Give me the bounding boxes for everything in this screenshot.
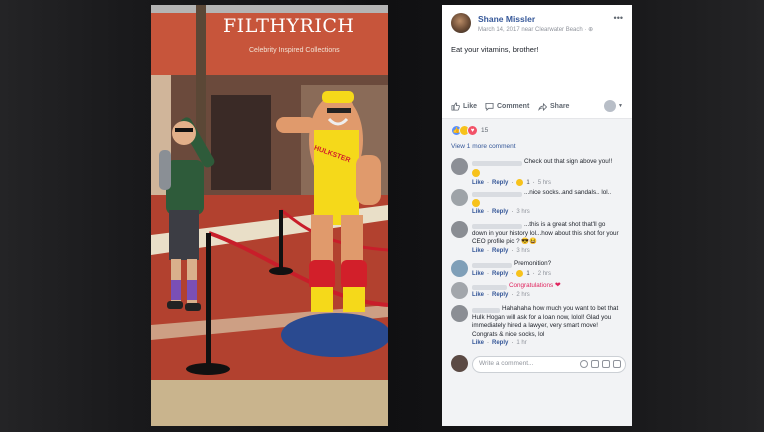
commenter-avatar[interactable] bbox=[451, 221, 468, 238]
congratulations-text: Congratulations bbox=[509, 282, 554, 289]
profile-selector-avatar bbox=[604, 100, 617, 112]
photo-illustration bbox=[151, 5, 388, 426]
share-label: Share bbox=[550, 103, 570, 110]
commenter-avatar[interactable] bbox=[451, 305, 468, 322]
author-name[interactable]: Shane Missler bbox=[478, 14, 535, 24]
post-caption: Eat your vitamins, brother! bbox=[451, 45, 539, 54]
view-more-comments-link[interactable]: View 1 more comment bbox=[451, 143, 516, 150]
post-meta-text[interactable]: March 14, 2017 near Clearwater Beach · bbox=[478, 27, 588, 33]
comment-reaction-count: 1 bbox=[526, 179, 530, 186]
like-button[interactable]: Like bbox=[451, 102, 477, 111]
caret-down-icon: ▼ bbox=[618, 103, 623, 109]
comment-text: ...nice socks..and sandals.. lol.. bbox=[524, 189, 612, 196]
comment-timestamp[interactable]: 3 hrs bbox=[516, 209, 529, 215]
write-comment-input[interactable]: Write a comment... bbox=[472, 356, 626, 373]
comment-text: Premonition? bbox=[514, 260, 552, 267]
post-photo[interactable]: FILTHYRICH Celebrity Inspired Collection… bbox=[151, 5, 388, 426]
comment-timestamp[interactable]: 2 hrs bbox=[516, 292, 529, 298]
write-comment-placeholder: Write a comment... bbox=[479, 360, 534, 367]
commenter-name-blurred[interactable] bbox=[472, 192, 522, 197]
surprised-emoji-icon bbox=[472, 199, 480, 207]
share-arrow-icon bbox=[538, 102, 547, 111]
love-reaction-icon: ♥ bbox=[467, 125, 478, 136]
comment-like-link[interactable]: Like bbox=[472, 340, 484, 346]
comment-reaction-count: 1 bbox=[526, 270, 530, 277]
thumbs-up-icon bbox=[451, 102, 460, 111]
globe-icon: ⊕ bbox=[588, 27, 594, 33]
share-button[interactable]: Share bbox=[538, 102, 569, 111]
store-tagline-text: Celebrity Inspired Collections bbox=[249, 47, 340, 54]
commenter-avatar[interactable] bbox=[451, 260, 468, 277]
comment-actions: Like · Reply · 1 · 2 hrs bbox=[472, 270, 552, 277]
sticker-icon[interactable] bbox=[613, 360, 621, 368]
comment-text: Check out that sign above you!! bbox=[524, 158, 613, 165]
comments-section: 👍 ♥ 15 View 1 more comment Check out tha… bbox=[442, 119, 632, 426]
comment-timestamp[interactable]: 1 hr bbox=[516, 340, 526, 346]
commenter-name-blurred[interactable] bbox=[472, 285, 507, 290]
current-user-avatar bbox=[451, 355, 468, 372]
author-avatar[interactable] bbox=[451, 13, 471, 33]
comment-actions: Like · Reply · 1 · 5 hrs bbox=[472, 179, 552, 186]
commenter-avatar[interactable] bbox=[451, 282, 468, 299]
comment-like-link[interactable]: Like bbox=[472, 180, 484, 186]
comment-label: Comment bbox=[497, 103, 530, 110]
profile-selector[interactable]: ▼ bbox=[604, 100, 623, 112]
post-meta: March 14, 2017 near Clearwater Beach · ⊕ bbox=[478, 26, 593, 33]
comment-attachment-icons bbox=[580, 360, 621, 368]
comment-reply-link[interactable]: Reply bbox=[492, 209, 508, 215]
comment-timestamp[interactable]: 3 hrs bbox=[516, 248, 529, 254]
camera-icon[interactable] bbox=[591, 360, 599, 368]
reaction-count: 15 bbox=[481, 127, 489, 134]
comment-bubble-icon bbox=[485, 102, 494, 111]
commenter-name-blurred[interactable] bbox=[472, 161, 522, 166]
comment-text-body: ...this is a great shot that'll go down … bbox=[472, 221, 619, 245]
comment-actions: Like · Reply · 1 hr bbox=[472, 340, 527, 346]
gif-icon[interactable] bbox=[602, 360, 610, 368]
comment-like-link[interactable]: Like bbox=[472, 209, 484, 215]
comment-button[interactable]: Comment bbox=[485, 102, 529, 111]
more-options-icon[interactable]: ••• bbox=[614, 13, 623, 23]
comment-like-link[interactable]: Like bbox=[472, 292, 484, 298]
like-label: Like bbox=[463, 103, 478, 110]
comment-actions: Like · Reply · 2 hrs bbox=[472, 292, 530, 298]
post-panel: Shane Missler March 14, 2017 near Clearw… bbox=[442, 5, 632, 426]
comment-text: Congratulations ❤ bbox=[509, 282, 624, 291]
emoji-icon[interactable] bbox=[580, 360, 588, 368]
store-sign-text: FILTHYRICH bbox=[223, 15, 355, 37]
commenter-name-blurred[interactable] bbox=[472, 263, 512, 268]
comment-text: Hahahaha how much you want to bet that H… bbox=[472, 305, 622, 339]
haha-reaction-icon bbox=[516, 270, 524, 277]
haha-reaction-icon bbox=[516, 179, 524, 186]
comment-text: ...this is a great shot that'll go down … bbox=[472, 221, 622, 247]
comment-like-link[interactable]: Like bbox=[472, 248, 484, 254]
comment-actions: Like · Reply · 3 hrs bbox=[472, 209, 530, 215]
commenter-avatar[interactable] bbox=[451, 189, 468, 206]
comment-like-link[interactable]: Like bbox=[472, 271, 484, 277]
reaction-summary[interactable]: 👍 ♥ 15 bbox=[451, 125, 488, 136]
comment-reply-link[interactable]: Reply bbox=[492, 180, 508, 186]
comment-reply-link[interactable]: Reply bbox=[492, 248, 508, 254]
heart-icon: ❤ bbox=[554, 282, 561, 289]
commenter-avatar[interactable] bbox=[451, 158, 468, 175]
comment-timestamp[interactable]: 5 hrs bbox=[538, 180, 551, 186]
comment-actions: Like · Reply · 3 hrs bbox=[472, 248, 530, 254]
laughing-emoji-icon bbox=[472, 169, 480, 177]
comment-timestamp[interactable]: 2 hrs bbox=[538, 271, 551, 277]
comment-text-body: Hahahaha how much you want to bet that H… bbox=[472, 305, 619, 338]
comment-reply-link[interactable]: Reply bbox=[492, 340, 508, 346]
comment-reply-link[interactable]: Reply bbox=[492, 271, 508, 277]
comment-reply-link[interactable]: Reply bbox=[492, 292, 508, 298]
post-action-bar: Like Comment Share ▼ bbox=[451, 100, 623, 114]
